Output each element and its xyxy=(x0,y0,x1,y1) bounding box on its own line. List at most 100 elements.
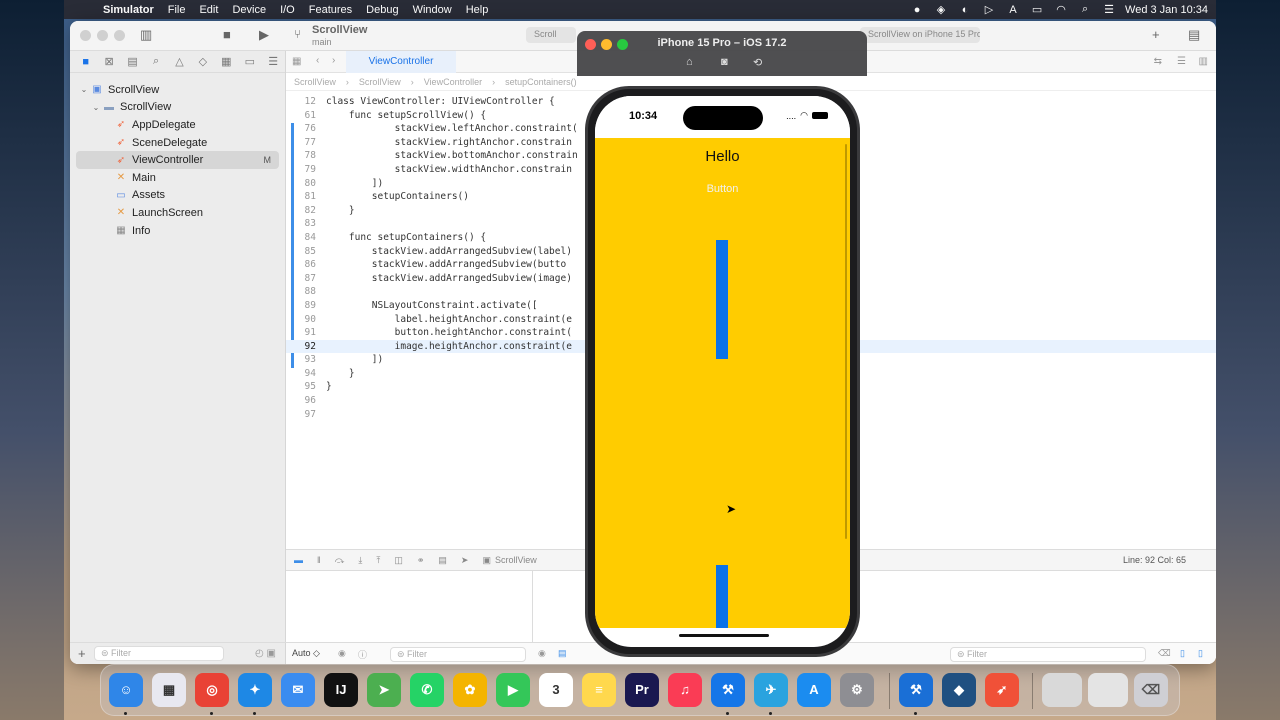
menu-file[interactable]: File xyxy=(161,4,193,16)
console-filter[interactable]: ⊜ Filter xyxy=(950,647,1146,662)
calendar-icon[interactable]: 3 xyxy=(539,673,573,707)
menu-window[interactable]: Window xyxy=(406,4,459,16)
control-center-icon[interactable]: ☰ xyxy=(1097,3,1121,16)
find-icon[interactable]: ⌕ xyxy=(144,55,167,68)
premiere-icon[interactable]: Pr xyxy=(625,673,659,707)
split-left-icon[interactable]: ▯ xyxy=(1180,648,1185,659)
split-right-icon[interactable]: ▯ xyxy=(1198,648,1203,659)
chrome-icon[interactable]: ◎ xyxy=(195,673,229,707)
trash-icon[interactable]: ⌫ xyxy=(1134,673,1168,707)
play-circle-icon[interactable]: ▷ xyxy=(977,3,1001,16)
menu-clock[interactable]: Wed 3 Jan 10:34 xyxy=(1121,4,1216,16)
step-over-icon[interactable]: ⤼ xyxy=(335,555,345,566)
symbol-icon[interactable]: ▤ xyxy=(121,55,144,68)
debug-icon[interactable]: ▦ xyxy=(215,55,238,68)
back-icon[interactable]: ‹ xyxy=(316,55,319,66)
folder-icon[interactable]: ■ xyxy=(74,56,97,68)
stop-icon[interactable]: ■ xyxy=(223,27,231,42)
sourcetree-icon[interactable]: ◆ xyxy=(942,673,976,707)
menu-features[interactable]: Features xyxy=(302,4,359,16)
tree-item-assets[interactable]: ▭ Assets xyxy=(70,187,285,205)
xcode-alt-icon[interactable]: ⚒ xyxy=(899,673,933,707)
minimized-window-icon[interactable] xyxy=(1042,673,1082,707)
mail-icon[interactable]: ✉ xyxy=(281,673,315,707)
variables-filter[interactable]: ⊜ Filter xyxy=(390,647,526,662)
swap-icon[interactable]: ⇆ xyxy=(1154,56,1162,67)
info-icon[interactable]: ⓘ xyxy=(358,648,367,661)
wifi-icon[interactable]: ◠ xyxy=(1049,3,1073,16)
menu-debug[interactable]: Debug xyxy=(359,4,405,16)
inspector-toggle-icon[interactable]: ▤ xyxy=(1188,27,1200,43)
minimize-window-button[interactable] xyxy=(97,30,108,41)
console-icon[interactable]: ▤ xyxy=(558,648,567,659)
telegram-icon[interactable]: ✈ xyxy=(754,673,788,707)
theme-icon[interactable]: ◐ xyxy=(953,4,977,16)
environment-icon[interactable]: ▤ xyxy=(438,555,447,566)
step-in-icon[interactable]: ⤓ xyxy=(358,555,362,566)
location-icon[interactable]: ➤ xyxy=(461,555,469,566)
photos-icon[interactable]: ✿ xyxy=(453,673,487,707)
menu-device[interactable]: Device xyxy=(225,4,273,16)
eye-icon[interactable]: ◉ xyxy=(538,648,546,659)
grid-icon[interactable]: ▦ xyxy=(292,56,301,67)
run-icon[interactable]: ▶ xyxy=(259,27,269,43)
breadcrumb-file[interactable]: ViewController xyxy=(424,77,482,87)
spotlight-icon[interactable]: ⌕ xyxy=(1073,3,1097,16)
navigator-filter[interactable]: ⊜ Filter xyxy=(94,646,224,661)
zoom-window-button[interactable] xyxy=(114,30,125,41)
eye-icon[interactable]: ◉ xyxy=(338,648,346,659)
app-store-icon[interactable]: A xyxy=(797,673,831,707)
disclosure-icon[interactable]: ⌄ xyxy=(90,103,102,112)
add-icon[interactable]: + xyxy=(1152,27,1160,42)
forward-icon[interactable]: › xyxy=(332,55,335,66)
debug-target[interactable]: ScrollView xyxy=(495,555,537,565)
breakpoint-icon[interactable]: ▭ xyxy=(238,55,261,68)
rotate-icon[interactable]: ⟲ xyxy=(753,56,762,69)
tree-item-project[interactable]: ⌄ ▣ ScrollView xyxy=(70,81,285,99)
input-source-icon[interactable]: A xyxy=(1001,4,1025,16)
maps-icon[interactable]: ➤ xyxy=(367,673,401,707)
scroll-view[interactable]: Hello Button xyxy=(595,138,850,628)
xcode-tab-scroll[interactable]: Scroll xyxy=(526,27,576,43)
step-out-icon[interactable]: ⤒ xyxy=(376,555,380,566)
trash-icon[interactable]: ⌫ xyxy=(1158,648,1171,659)
split-editor-icon[interactable]: ▥ xyxy=(1199,56,1208,67)
screenshot-icon[interactable]: ◙ xyxy=(721,56,728,68)
breadcrumb-symbol[interactable]: setupContainers() xyxy=(505,77,577,87)
minimized-window-icon[interactable] xyxy=(1088,673,1128,707)
toggle-debug-icon[interactable]: ▬ xyxy=(294,555,303,565)
xcode-icon[interactable]: ⚒ xyxy=(711,673,745,707)
intellij-icon[interactable]: IJ xyxy=(324,673,358,707)
scroll-indicator[interactable] xyxy=(845,144,847,539)
whatsapp-icon[interactable]: ✆ xyxy=(410,673,444,707)
breadcrumb-project[interactable]: ScrollView xyxy=(294,77,336,87)
tree-item-info[interactable]: ▦ Info xyxy=(70,222,285,240)
layers-icon[interactable]: ◈ xyxy=(929,3,953,16)
menu-io[interactable]: I/O xyxy=(273,4,302,16)
home-icon[interactable]: ⌂ xyxy=(686,56,693,68)
xcode-tab-run-destination[interactable]: ScrollView on iPhone 15 Pro xyxy=(860,27,980,43)
disclosure-icon[interactable]: ⌄ xyxy=(78,85,90,94)
breadcrumb-folder[interactable]: ScrollView xyxy=(359,77,401,87)
adjust-editor-icon[interactable]: ☰ xyxy=(1177,56,1186,67)
test-icon[interactable]: ◇ xyxy=(191,55,214,68)
auto-selector[interactable]: Auto ◇ xyxy=(292,648,320,659)
source-control-icon[interactable]: ⊠ xyxy=(97,55,120,68)
menu-help[interactable]: Help xyxy=(459,4,496,16)
swift-icon[interactable]: ➶ xyxy=(985,673,1019,707)
launchpad-icon[interactable]: ▦ xyxy=(152,673,186,707)
scheme-name[interactable]: ScrollView xyxy=(312,24,367,36)
recent-files-icon[interactable]: ◴ ▣ xyxy=(255,648,276,659)
memory-graph-icon[interactable]: ⚭ xyxy=(417,555,425,566)
close-window-button[interactable] xyxy=(80,30,91,41)
app-button[interactable]: Button xyxy=(595,183,850,195)
tree-item-launchscreen[interactable]: ✕ LaunchScreen xyxy=(70,204,285,222)
pause-icon[interactable]: ‖ xyxy=(317,555,321,565)
safari-icon[interactable]: ✦ xyxy=(238,673,272,707)
notes-icon[interactable]: ≡ xyxy=(582,673,616,707)
tree-item-group[interactable]: ⌄ ▬ ScrollView xyxy=(70,99,285,117)
app-menu[interactable]: Simulator xyxy=(96,4,161,16)
home-indicator[interactable] xyxy=(679,634,769,637)
finder-icon[interactable]: ☺ xyxy=(109,673,143,707)
facetime-icon[interactable]: ▶ xyxy=(496,673,530,707)
